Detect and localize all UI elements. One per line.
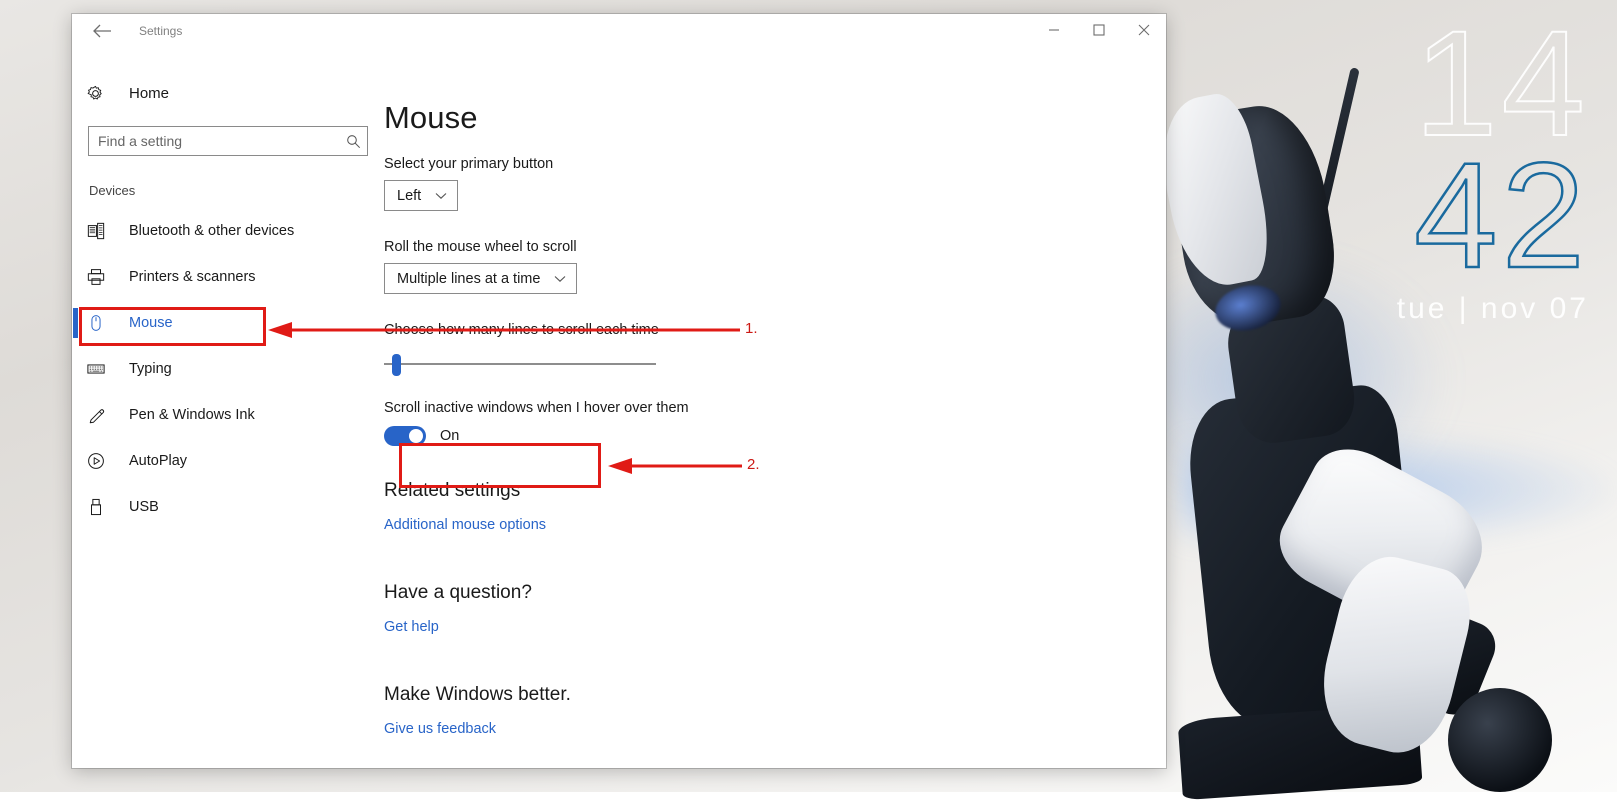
give-feedback-link[interactable]: Give us feedback (384, 721, 496, 737)
primary-button-value: Left (397, 187, 422, 204)
main-content: Mouse Select your primary button Left Ro… (51, 48, 1166, 768)
minimize-button[interactable] (1031, 14, 1076, 46)
inactive-scroll-label: Scroll inactive windows when I hover ove… (384, 400, 689, 416)
slider-thumb[interactable] (392, 354, 402, 376)
additional-mouse-options-link[interactable]: Additional mouse options (384, 517, 546, 533)
robot-wheel-shape (1448, 688, 1552, 792)
chevron-down-icon (435, 192, 447, 200)
lines-scroll-slider[interactable] (384, 350, 658, 378)
wheel-scroll-value: Multiple lines at a time (397, 270, 541, 287)
settings-window: Settings Home Find a setting Devices Blu… (72, 14, 1166, 768)
clock-date: tue | nov 07 (1396, 292, 1589, 325)
desktop-clock-widget: 14 42 tue | nov 07 (1396, 7, 1589, 325)
title-bar: Settings (72, 14, 1166, 48)
wheel-scroll-label: Roll the mouse wheel to scroll (384, 239, 577, 255)
lines-slider-label: Choose how many lines to scroll each tim… (384, 322, 659, 338)
maximize-button[interactable] (1076, 14, 1121, 46)
toggle-knob (409, 429, 423, 443)
back-button[interactable] (79, 15, 125, 47)
window-controls (1031, 14, 1166, 46)
make-windows-better-heading: Make Windows better. (384, 684, 571, 705)
wheel-scroll-dropdown[interactable]: Multiple lines at a time (384, 263, 578, 294)
window-body: Home Devices (72, 48, 1166, 768)
close-icon (1138, 24, 1149, 36)
close-button[interactable] (1121, 14, 1166, 46)
slider-track (384, 363, 656, 365)
page-title: Mouse (384, 100, 478, 135)
window-title: Settings (139, 24, 183, 38)
primary-button-label: Select your primary button (384, 156, 554, 172)
have-question-heading: Have a question? (384, 582, 532, 603)
maximize-icon (1092, 24, 1105, 36)
primary-button-dropdown[interactable]: Left (384, 180, 459, 211)
minimize-icon (1048, 29, 1059, 31)
clock-minutes: 42 (1413, 131, 1589, 299)
toggle-state-label: On (440, 428, 460, 444)
back-arrow-icon (93, 24, 111, 38)
inactive-scroll-toggle[interactable] (384, 426, 426, 446)
related-settings-heading: Related settings (384, 480, 521, 501)
get-help-link[interactable]: Get help (384, 619, 439, 635)
chevron-down-icon (554, 275, 566, 283)
inactive-scroll-toggle-row: On (384, 426, 1084, 446)
